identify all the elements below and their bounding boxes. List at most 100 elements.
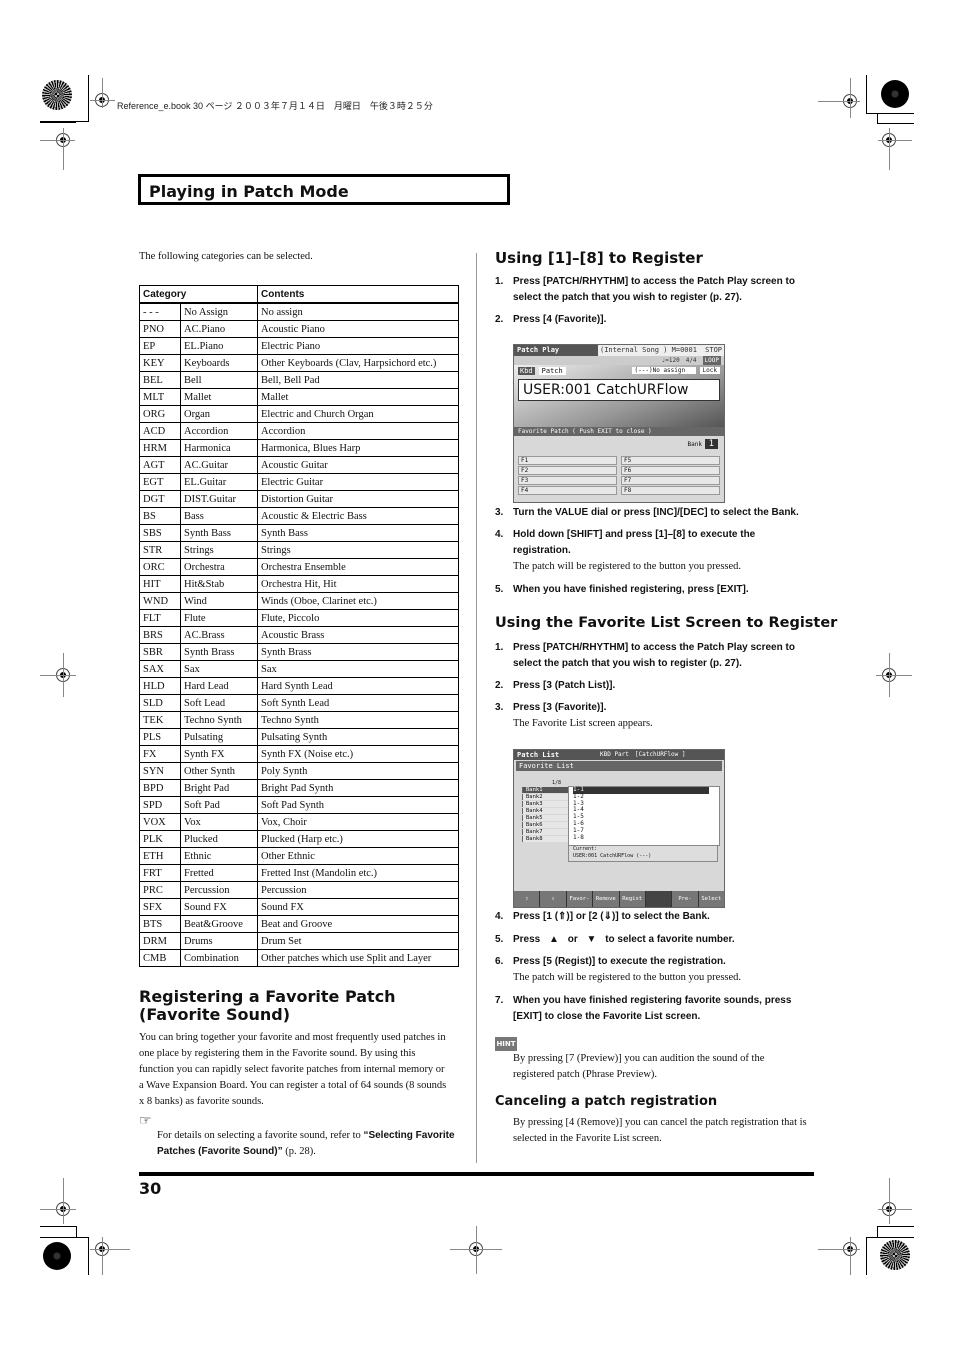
registration-line xyxy=(850,78,851,118)
down-arrow-icon: ▼ xyxy=(586,934,597,945)
category-contents: Vox, Choir xyxy=(257,813,459,831)
category-name: Bass xyxy=(180,507,258,525)
category-code: FRT xyxy=(139,864,181,882)
cancel-text: By pressing [4 (Remove)] you can cancel … xyxy=(513,1117,807,1144)
step-text: Press [PATCH/RHYTHM] to access the Patch… xyxy=(513,642,795,669)
step-text: When you have finished registering, pres… xyxy=(513,584,749,595)
category-code: ORG xyxy=(139,405,181,423)
step-text: When you have finished registering favor… xyxy=(513,995,792,1022)
crop-mark xyxy=(866,1237,914,1238)
registration-line xyxy=(818,1249,860,1250)
category-name: Synth FX xyxy=(180,745,258,763)
table-row: HIT Hit&Stab Orchestra Hit, Hit xyxy=(139,575,459,593)
category-name: Drums xyxy=(180,932,258,950)
registration-target-mark xyxy=(880,1240,910,1270)
category-name: Bell xyxy=(180,371,258,389)
tempo: ♩=120 xyxy=(661,357,680,364)
patch-play-screenshot: Patch Play (Internal Song ) M=0001 STOP … xyxy=(513,344,725,503)
category-contents: Synth FX (Noise etc.) xyxy=(257,745,459,763)
registration-line xyxy=(90,1249,130,1250)
slot-label: F8 xyxy=(624,487,632,494)
step-3: 3. Turn the VALUE dial or press [INC]/[DE… xyxy=(495,505,825,521)
category-contents: Electric Piano xyxy=(257,337,459,355)
table-row: PNO AC.Piano Acoustic Piano xyxy=(139,320,459,338)
registration-line xyxy=(40,140,75,141)
step-text: Press [5 (Regist)] to execute the regist… xyxy=(513,956,726,967)
category-code: BPD xyxy=(139,779,181,797)
step-text: Press [1 (⇑)] or [2 (⇓)] to select the B… xyxy=(513,911,710,922)
category-name: DIST.Guitar xyxy=(180,490,258,508)
chapter-title: Playing in Patch Mode xyxy=(149,182,349,201)
table-row: SBR Synth Brass Synth Brass xyxy=(139,643,459,661)
favorite-number-item: 1-2 xyxy=(573,792,584,800)
function-button: Pre-view xyxy=(672,891,698,907)
favorite-number-item: 1-3 xyxy=(573,799,584,807)
category-contents: Distortion Guitar xyxy=(257,490,459,508)
section-title-using-1-8: Using [1]–[8] to Register xyxy=(495,249,703,267)
section-title-canceling: Canceling a patch registration xyxy=(495,1094,718,1109)
slot-label: F1 xyxy=(521,457,529,464)
step-text-part: to select a favorite number. xyxy=(605,934,735,945)
table-row: HLD Hard Lead Hard Synth Lead xyxy=(139,677,459,695)
table-header-row: Category Contents xyxy=(139,285,459,304)
category-code: AGT xyxy=(139,456,181,474)
category-contents: Winds (Oboe, Clarinet etc.) xyxy=(257,592,459,610)
category-code: HLD xyxy=(139,677,181,695)
category-name: Synth Brass xyxy=(180,643,258,661)
category-code: PNO xyxy=(139,320,181,338)
step-5: 5. Press ▲ or ▼ to select a favorite num… xyxy=(495,932,820,948)
step-text: Press [PATCH/RHYTHM] to access the Patch… xyxy=(513,276,795,303)
category-table-body: - - - No Assign No assign PNO AC.Piano Acoust… xyxy=(139,302,459,967)
category-contents: Sax xyxy=(257,660,459,678)
assign-field: (---)No assign xyxy=(631,367,696,374)
category-name: EL.Piano xyxy=(180,337,258,355)
table-row: SYN Other Synth Poly Synth xyxy=(139,762,459,780)
table-row: ORC Orchestra Orchestra Ensemble xyxy=(139,558,459,576)
category-name: Accordion xyxy=(180,422,258,440)
registration-line xyxy=(876,675,912,676)
step-number: 2. xyxy=(495,314,504,325)
table-row: EP EL.Piano Electric Piano xyxy=(139,337,459,355)
table-row: EGT EL.Guitar Electric Guitar xyxy=(139,473,459,491)
category-contents: Synth Bass xyxy=(257,524,459,542)
category-contents: Percussion xyxy=(257,881,459,899)
registration-target-mark xyxy=(881,80,909,108)
registration-line xyxy=(102,78,103,108)
category-code: VOX xyxy=(139,813,181,831)
print-metadata: Reference_e.book 30 ページ ２００３年７月１４日 月曜日 午… xyxy=(117,101,433,111)
category-name: Flute xyxy=(180,609,258,627)
favorite-number-item: 1-5 xyxy=(573,813,584,821)
slot-label: F2 xyxy=(521,467,529,474)
function-button: ⇩ xyxy=(540,891,566,907)
category-code: DGT xyxy=(139,490,181,508)
table-row: ORG Organ Electric and Church Organ xyxy=(139,405,459,423)
song-label: (Internal Song ) M=0001 xyxy=(598,345,704,356)
category-code: BEL xyxy=(139,371,181,389)
slot-label: F3 xyxy=(521,477,529,484)
category-code: DRM xyxy=(139,932,181,950)
section-title: Registering a Favorite Patch (Favorite S… xyxy=(139,988,459,1024)
favorite-slot: F7 xyxy=(621,476,720,485)
bank-tab: Bank1 xyxy=(522,787,568,793)
favorite-number-item: 1-7 xyxy=(573,826,584,834)
table-row: - - - No Assign No assign xyxy=(139,302,459,321)
table-row: SLD Soft Lead Soft Synth Lead xyxy=(139,694,459,712)
crop-mark xyxy=(866,75,867,113)
table-row: ETH Ethnic Other Ethnic xyxy=(139,847,459,865)
hint-label: HINT xyxy=(496,1040,516,1048)
table-row: SPD Soft Pad Soft Pad Synth xyxy=(139,796,459,814)
category-code: SYN xyxy=(139,762,181,780)
table-row: PLS Pulsating Pulsating Synth xyxy=(139,728,459,746)
current-patch-short: [CatchURFlow ] xyxy=(634,751,686,758)
step-3: 3. Press [3 (Favorite)]. xyxy=(495,700,820,716)
crop-mark xyxy=(40,1226,77,1227)
category-contents: Mallet xyxy=(257,388,459,406)
category-code: MLT xyxy=(139,388,181,406)
registration-line xyxy=(850,1237,851,1275)
step-text: Press [4 (Favorite)]. xyxy=(513,314,607,325)
function-button xyxy=(645,891,672,907)
section-body: You can bring together your favorite and… xyxy=(139,1032,447,1107)
favorite-slot: F3 xyxy=(518,476,617,485)
category-code: SPD xyxy=(139,796,181,814)
table-row: DGT DIST.Guitar Distortion Guitar xyxy=(139,490,459,508)
